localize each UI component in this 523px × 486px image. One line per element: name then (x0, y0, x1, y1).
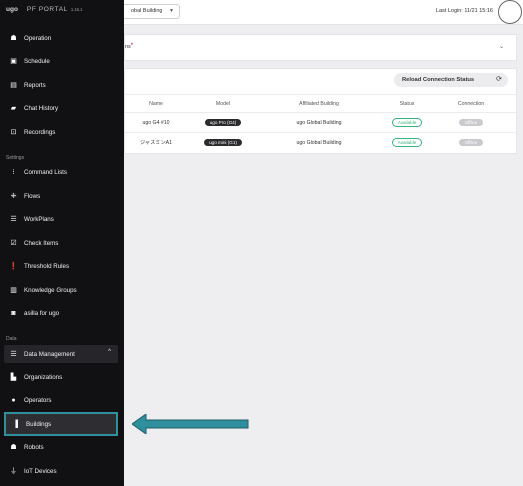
organization-icon: ▙ (10, 374, 17, 381)
section-label-data: Data (6, 336, 17, 342)
robot-name: ugo G4 #10 (142, 119, 170, 126)
column-header-name[interactable]: Name (125, 95, 187, 112)
chevron-down-icon: ▼ (169, 8, 174, 14)
reload-connection-status-button[interactable]: Reload Connection Status ⟳ (394, 73, 508, 87)
sidebar-item-label: asilla for ugo (24, 309, 60, 317)
model-badge: ugo Pro (G4) (204, 119, 242, 126)
chevron-down-icon[interactable]: ⌄ (499, 43, 504, 50)
sidebar-item-label: Chat History (24, 104, 59, 112)
portal-name: PF PORTAL (26, 6, 68, 13)
sidebar-item-reports[interactable]: ▤ Reports (4, 76, 118, 94)
sidebar-item-label: Organizations (24, 373, 63, 381)
column-header-affiliated-building[interactable]: Affiliated Building (259, 95, 379, 112)
sidebar-item-label: Operation (24, 34, 52, 42)
calendar-icon: ▣ (10, 58, 17, 65)
affiliated-building: ugo Global Building (296, 139, 342, 146)
sidebar-item-label: Data Management (24, 350, 75, 358)
sidebar-item-label: Flows (24, 192, 41, 200)
sidebar-item-recordings[interactable]: ⊡ Recordings (4, 123, 118, 141)
sidebar-item-label: Reports (24, 81, 46, 89)
sidebar-item-organizations[interactable]: ▙ Organizations (4, 368, 118, 386)
connection-badge: Offline (458, 139, 484, 146)
chevron-up-icon: ^ (108, 349, 111, 355)
report-icon: ▤ (10, 82, 17, 89)
robot-icon: ☗ (10, 35, 17, 42)
connection-badge: Offline (458, 119, 484, 126)
building-icon: ▐ (13, 420, 18, 428)
highlight-arrow-icon (132, 414, 249, 434)
sidebar-item-data-management[interactable]: ☰ Data Management ^ (4, 345, 118, 363)
sidebar-item-command-lists[interactable]: ⁝ Command Lists (4, 163, 118, 181)
sidebar-item-label: Recordings (24, 128, 56, 136)
iot-icon: ⏚ (10, 468, 17, 475)
collapsed-panel[interactable]: ns• ⌄ (124, 34, 517, 61)
sidebar-item-check-items[interactable]: ☑ Check Items (4, 234, 118, 252)
book-icon: ▥ (10, 287, 17, 294)
sidebar-item-label: Schedule (24, 57, 50, 65)
avatar[interactable] (498, 0, 522, 24)
last-login: Last Login: 11/21 15:16 (435, 8, 493, 14)
robot-icon: ☗ (10, 444, 17, 451)
sidebar-item-knowledge-groups[interactable]: ▥ Knowledge Groups (4, 281, 118, 299)
flow-icon: ⁜ (10, 193, 17, 200)
sidebar: ugo PF PORTAL 1.16.1 ☗ Operation ▣ Schedule … (0, 0, 124, 486)
version: 1.16.1 (70, 7, 83, 12)
sidebar-item-operators[interactable]: ● Operators (4, 391, 118, 409)
status-badge: Available (391, 118, 423, 127)
workplan-icon: ☰ (10, 216, 17, 223)
logo: ugo (6, 6, 18, 13)
brand: ugo PF PORTAL 1.16.1 (6, 6, 83, 13)
robots-table-panel: Reload Connection Status ⟳ Name Model Af… (124, 68, 518, 154)
sidebar-item-buildings[interactable]: ▐ Buildings (4, 412, 118, 436)
table-header: Name Model Affiliated Building Status Co… (125, 94, 518, 112)
grid-icon: ⁝ (12, 169, 15, 176)
robots-table: Name Model Affiliated Building Status Co… (125, 94, 518, 152)
sidebar-item-label: WorkPlans (24, 215, 54, 223)
sidebar-item-label: Command Lists (24, 168, 67, 176)
sidebar-item-label: Threshold Rules (24, 262, 70, 270)
table-row[interactable]: ugo G4 #10 ugo Pro (G4) ugo Global Build… (125, 112, 518, 132)
robot-name: ジャスミンA1 (139, 140, 173, 146)
building-select-value: obal Building (131, 8, 163, 14)
chat-icon: ▰ (10, 105, 17, 112)
affiliated-building: ugo Global Building (296, 119, 342, 126)
section-label-settings: Settings (6, 155, 25, 161)
model-badge: ugo mini (G1) (204, 139, 242, 146)
sidebar-item-label: Knowledge Groups (24, 286, 77, 294)
sidebar-item-asilla-for-ugo[interactable]: ◙ asilla for ugo (4, 304, 118, 322)
sidebar-item-schedule[interactable]: ▣ Schedule (4, 52, 118, 70)
sidebar-item-robots[interactable]: ☗ Robots (4, 438, 118, 456)
sidebar-item-label: Buildings (26, 420, 52, 428)
check-icon: ☑ (10, 240, 17, 247)
sidebar-item-label: IoT Devices (24, 467, 57, 475)
sidebar-item-workplans[interactable]: ☰ WorkPlans (4, 210, 118, 228)
column-header-model[interactable]: Model (187, 95, 259, 112)
alert-icon: ❗ (9, 263, 18, 270)
table-row[interactable]: ジャスミンA1 ugo mini (G1) ugo Global Buildin… (125, 132, 518, 152)
recording-icon: ⊡ (10, 129, 17, 136)
status-badge: Available (391, 138, 423, 147)
camera-icon: ◙ (11, 309, 16, 317)
sidebar-item-operation[interactable]: ☗ Operation (4, 29, 118, 47)
sidebar-item-iot-devices[interactable]: ⏚ IoT Devices (4, 462, 118, 480)
sidebar-item-chat-history[interactable]: ▰ Chat History (4, 99, 118, 117)
refresh-icon: ⟳ (496, 76, 502, 83)
sidebar-item-label: Operators (24, 396, 52, 404)
sidebar-item-label: Robots (24, 443, 44, 451)
sidebar-item-flows[interactable]: ⁜ Flows (4, 187, 118, 205)
sidebar-item-label: Check Items (24, 239, 59, 247)
database-icon: ☰ (10, 351, 17, 358)
person-icon: ● (11, 396, 16, 404)
panel-title: ns• (125, 42, 133, 50)
column-header-connection[interactable]: Connection (435, 95, 507, 112)
column-header-status[interactable]: Status (379, 95, 435, 112)
sidebar-item-threshold-rules[interactable]: ❗ Threshold Rules (4, 257, 118, 275)
